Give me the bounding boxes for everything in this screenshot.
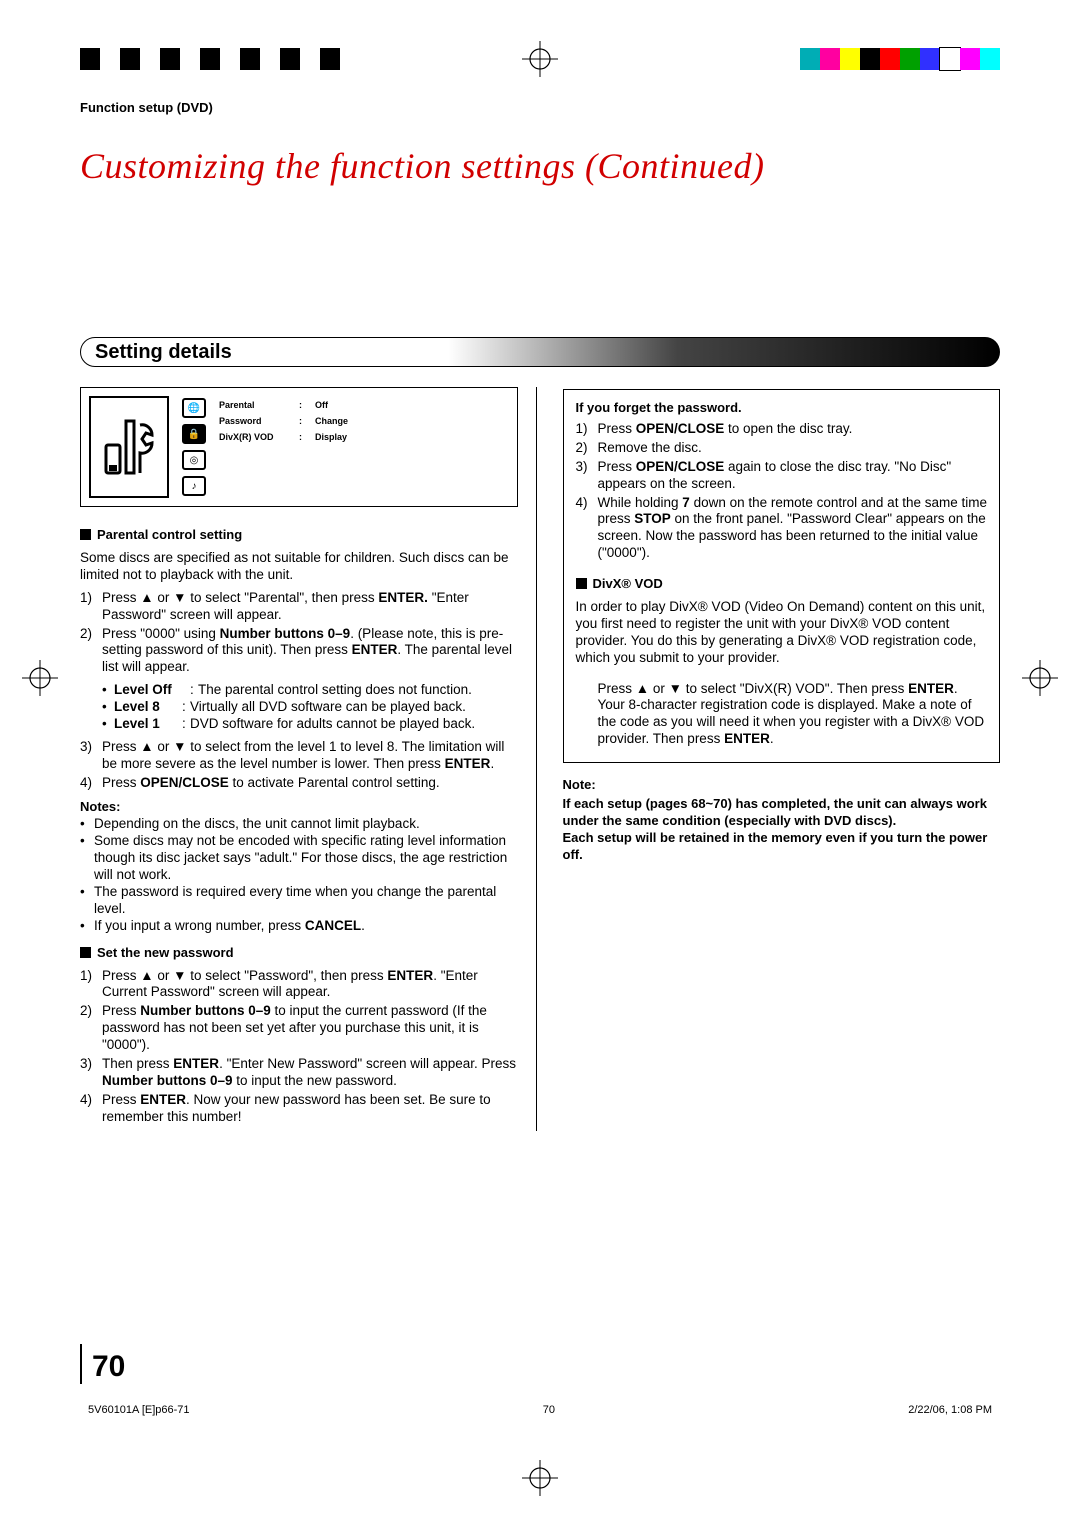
- crosshair-icon: [522, 41, 558, 77]
- color-swatches: [800, 48, 1000, 70]
- footer: 5V60101A [E]p66-71 70 2/22/06, 1:08 PM: [80, 1404, 1000, 1416]
- page-number: 70: [92, 1350, 125, 1384]
- lock-icon: 🔒: [182, 424, 206, 444]
- setting-details-bar: Setting details: [80, 337, 1000, 367]
- parental-steps: 1)Press ▲ or ▼ to select "Parental", the…: [80, 590, 518, 676]
- tools-icon: [89, 396, 169, 498]
- forget-password-heading: If you forget the password.: [576, 400, 988, 415]
- info-box: If you forget the password. 1)Press OPEN…: [563, 389, 1001, 763]
- final-note: Note: If each setup (pages 68~70) has co…: [563, 777, 1001, 863]
- print-registration-top: [0, 48, 1080, 70]
- osd-diagram: 🌐 🔒 ◎ ♪ Parental:OffPassword:ChangeDivX(…: [80, 387, 518, 507]
- notes-heading: Notes:: [80, 799, 518, 814]
- audio-icon: ♪: [182, 476, 206, 496]
- footer-right: 2/22/06, 1:08 PM: [908, 1404, 992, 1416]
- crosshair-icon: [1022, 660, 1058, 701]
- divx-step: Press ▲ or ▼ to select "DivX(R) VOD". Th…: [576, 681, 988, 749]
- section-label: Function setup (DVD): [80, 100, 1000, 115]
- forget-password-steps: 1)Press OPEN/CLOSE to open the disc tray…: [576, 421, 988, 562]
- crosshair-icon: [522, 1460, 558, 1496]
- left-column: 🌐 🔒 ◎ ♪ Parental:OffPassword:ChangeDivX(…: [80, 387, 537, 1131]
- divx-intro: In order to play DivX® VOD (Video On Dem…: [576, 599, 988, 667]
- parental-notes: •Depending on the discs, the unit cannot…: [80, 816, 518, 934]
- globe-icon: 🌐: [182, 398, 206, 418]
- page-content: Function setup (DVD) Customizing the fun…: [80, 100, 1000, 1428]
- footer-center: 70: [543, 1404, 555, 1416]
- parental-heading: Parental control setting: [80, 527, 518, 542]
- osd-items: Parental:OffPassword:ChangeDivX(R) VOD:D…: [219, 396, 509, 498]
- setting-details-heading: Setting details: [95, 341, 232, 364]
- divx-heading: DivX® VOD: [576, 576, 988, 591]
- bw-swatches: [80, 48, 360, 70]
- parental-steps-cont: 3)Press ▲ or ▼ to select from the level …: [80, 739, 518, 792]
- osd-tabs: 🌐 🔒 ◎ ♪: [179, 396, 209, 498]
- footer-left: 5V60101A [E]p66-71: [88, 1404, 190, 1416]
- parental-intro: Some discs are specified as not suitable…: [80, 550, 518, 584]
- crosshair-icon: [22, 660, 58, 701]
- set-password-steps: 1)Press ▲ or ▼ to select "Password", the…: [80, 968, 518, 1126]
- set-password-heading: Set the new password: [80, 945, 518, 960]
- disc-icon: ◎: [182, 450, 206, 470]
- level-definitions: •Level Off:The parental control setting …: [80, 682, 518, 733]
- right-column: If you forget the password. 1)Press OPEN…: [561, 387, 1001, 1131]
- page-number-separator: [80, 1344, 82, 1384]
- page-title: Customizing the function settings (Conti…: [80, 145, 1000, 187]
